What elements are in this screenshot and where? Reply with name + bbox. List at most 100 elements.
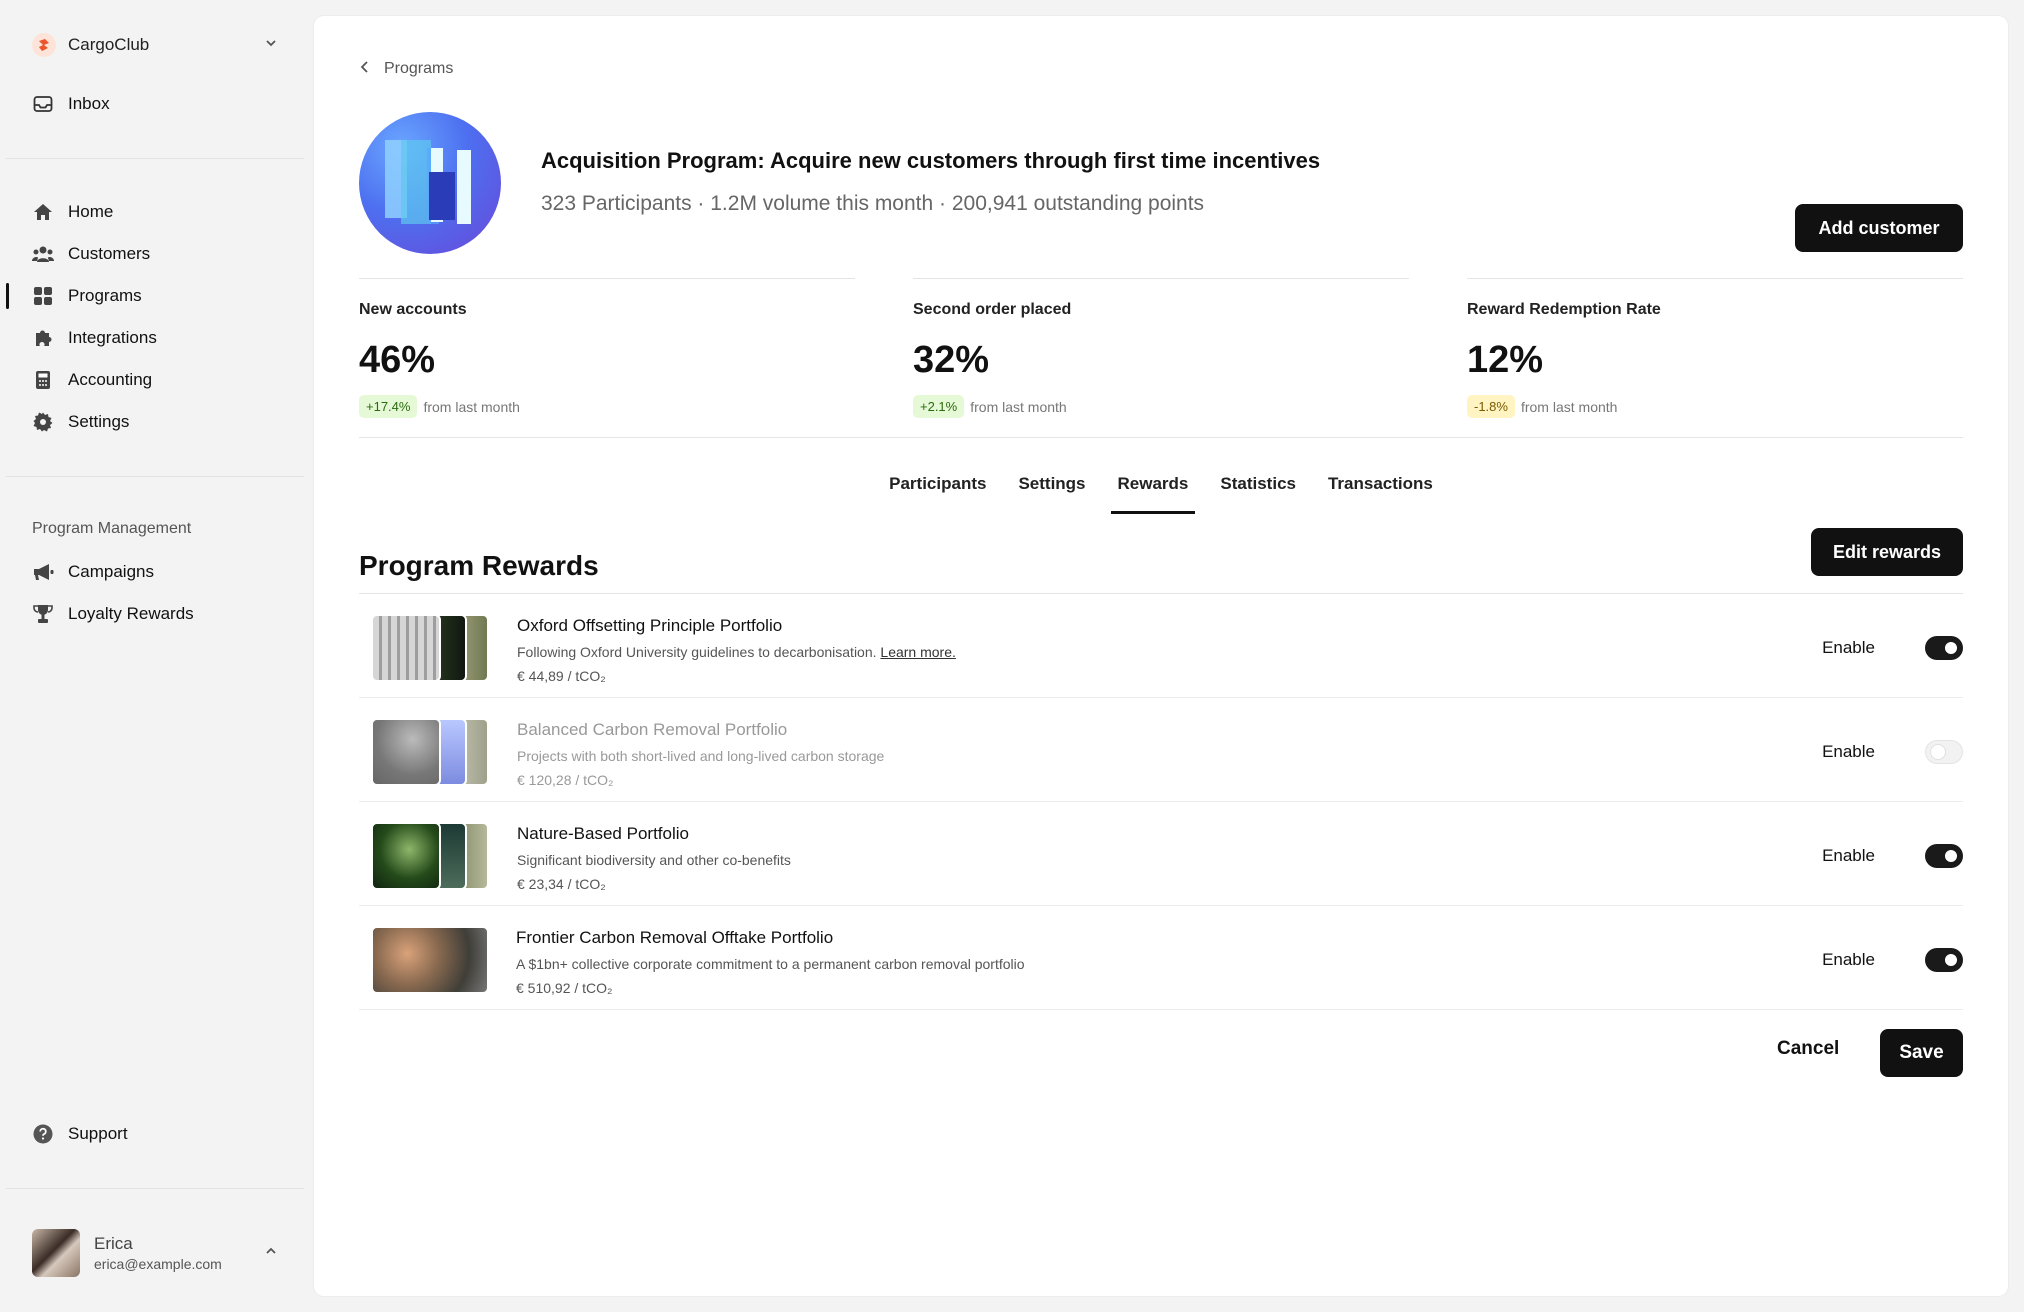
sidebar-item-loyalty-rewards[interactable]: Loyalty Rewards [32,598,292,630]
enable-toggle[interactable] [1925,844,1963,868]
tab-rewards[interactable]: Rewards [1102,456,1205,514]
stat-label: Second order placed [913,301,1072,318]
brand-logo-icon [32,33,56,57]
change-badge: +2.1% [913,395,965,418]
sidebar-item-label: Integrations [68,328,157,347]
reward-description: A $1bn+ collective corporate commitment … [516,956,1025,972]
reward-description: Projects with both short-lived and long-… [517,748,885,764]
tab-bar: Participants Settings Rewards Statistics… [314,456,2008,514]
enable-label: Enable [1822,846,1875,865]
divider [6,476,304,477]
user-email: erica@example.com [94,1255,222,1272]
sidebar-item-campaigns[interactable]: Campaigns [32,556,292,588]
user-menu[interactable]: Erica erica@example.com [32,1228,278,1278]
stat-card: New accounts 46% +17.4% from last month [359,278,855,438]
avatar [32,1229,80,1277]
tab-participants[interactable]: Participants [873,456,1002,514]
sidebar-item-programs[interactable]: Programs [32,280,292,312]
divider [6,158,304,159]
tab-transactions[interactable]: Transactions [1312,456,1449,514]
stat-card: Reward Redemption Rate 12% -1.8% from la… [1467,278,1963,438]
reward-description: Significant biodiversity and other co-be… [517,852,791,868]
add-customer-button[interactable]: Add customer [1795,204,1963,252]
edit-rewards-button[interactable]: Edit rewards [1811,528,1963,576]
program-logo [359,112,501,254]
sidebar-item-label: Accounting [68,370,153,389]
sidebar-item-settings[interactable]: Settings [32,406,292,438]
reward-price: € 44,89 / tCO₂ [517,668,606,684]
sidebar-item-inbox[interactable]: Inbox [32,88,292,120]
enable-label: Enable [1822,950,1875,969]
reward-thumbnails [371,822,489,890]
learn-more-link[interactable]: Learn more. [880,644,955,660]
users-icon [32,243,54,265]
change-suffix: from last month [1520,398,1618,415]
workspace-switcher[interactable]: CargoClub [32,28,278,62]
section-title: Program Rewards [359,550,599,581]
puzzle-icon [32,327,54,349]
change-badge: -1.8% [1467,395,1515,418]
page-title: Acquisition Program: Acquire new custome… [541,148,1321,173]
page-subtitle: 323 Participants · 1.2M volume this mont… [541,192,1205,215]
reward-title: Nature-Based Portfolio [517,824,689,843]
sidebar-item-label: Support [68,1124,128,1143]
stat-label: Reward Redemption Rate [1467,301,1661,318]
active-indicator [6,283,9,309]
calculator-icon [32,369,54,391]
sidebar-item-customers[interactable]: Customers [32,238,292,270]
enable-toggle[interactable] [1925,636,1963,660]
reward-title: Frontier Carbon Removal Offtake Portfoli… [516,928,834,947]
reward-row: Balanced Carbon Removal Portfolio Projec… [359,698,1963,802]
enable-toggle[interactable] [1925,948,1963,972]
chevron-down-icon [264,36,278,55]
chevron-up-icon [264,1244,278,1263]
enable-label: Enable [1822,638,1875,657]
user-name: Erica [94,1233,133,1253]
help-icon [32,1123,54,1145]
sidebar-item-accounting[interactable]: Accounting [32,364,292,396]
stat-value: 12% [1467,339,1544,381]
reward-price: € 510,92 / tCO₂ [516,980,613,996]
sidebar-item-integrations[interactable]: Integrations [32,322,292,354]
stat-value: 46% [359,339,436,381]
cancel-button[interactable]: Cancel [1773,1030,1843,1068]
gear-icon [32,411,54,433]
tab-settings[interactable]: Settings [1002,456,1101,514]
reward-price: € 120,28 / tCO₂ [517,772,614,788]
sidebar-item-label: Customers [68,244,151,263]
sidebar-item-label: Loyalty Rewards [68,604,194,623]
enable-toggle[interactable] [1925,740,1963,764]
sidebar-item-label: Home [68,202,114,221]
sidebar-item-label: Settings [68,412,130,431]
reward-row: Nature-Based Portfolio Significant biodi… [359,802,1963,906]
reward-title: Oxford Offsetting Principle Portfolio [517,616,783,635]
megaphone-icon [32,561,54,583]
sidebar-item-support[interactable]: Support [32,1118,292,1150]
sidebar-item-label: Programs [68,286,142,305]
divider [359,437,1963,438]
home-icon [32,201,54,223]
reward-thumbnails [371,718,489,786]
sidebar-item-label: Inbox [68,94,110,113]
stat-label: New accounts [359,301,467,318]
inbox-icon [32,93,54,115]
reward-thumbnails [371,926,489,994]
reward-row: Frontier Carbon Removal Offtake Portfoli… [359,906,1963,1010]
breadcrumb-label: Programs [384,60,454,77]
sidebar-item-home[interactable]: Home [32,196,292,228]
grid-icon [32,285,54,307]
reward-description: Following Oxford University guidelines t… [517,644,877,660]
reward-title: Balanced Carbon Removal Portfolio [517,720,788,739]
divider [6,1188,304,1189]
main-panel: Programs Acquisition Program: Acquire ne… [314,16,2008,1296]
breadcrumb[interactable]: Programs [360,60,453,78]
save-button[interactable]: Save [1880,1029,1963,1077]
workspace-name: CargoClub [68,35,150,54]
change-suffix: from last month [970,398,1067,415]
reward-row: Oxford Offsetting Principle Portfolio Fo… [359,594,1963,698]
tab-statistics[interactable]: Statistics [1204,456,1312,514]
section-label: Program Management [32,520,192,537]
stat-value: 32% [913,339,990,381]
stat-card: Second order placed 32% +2.1% from last … [913,278,1409,438]
trophy-icon [32,603,54,625]
